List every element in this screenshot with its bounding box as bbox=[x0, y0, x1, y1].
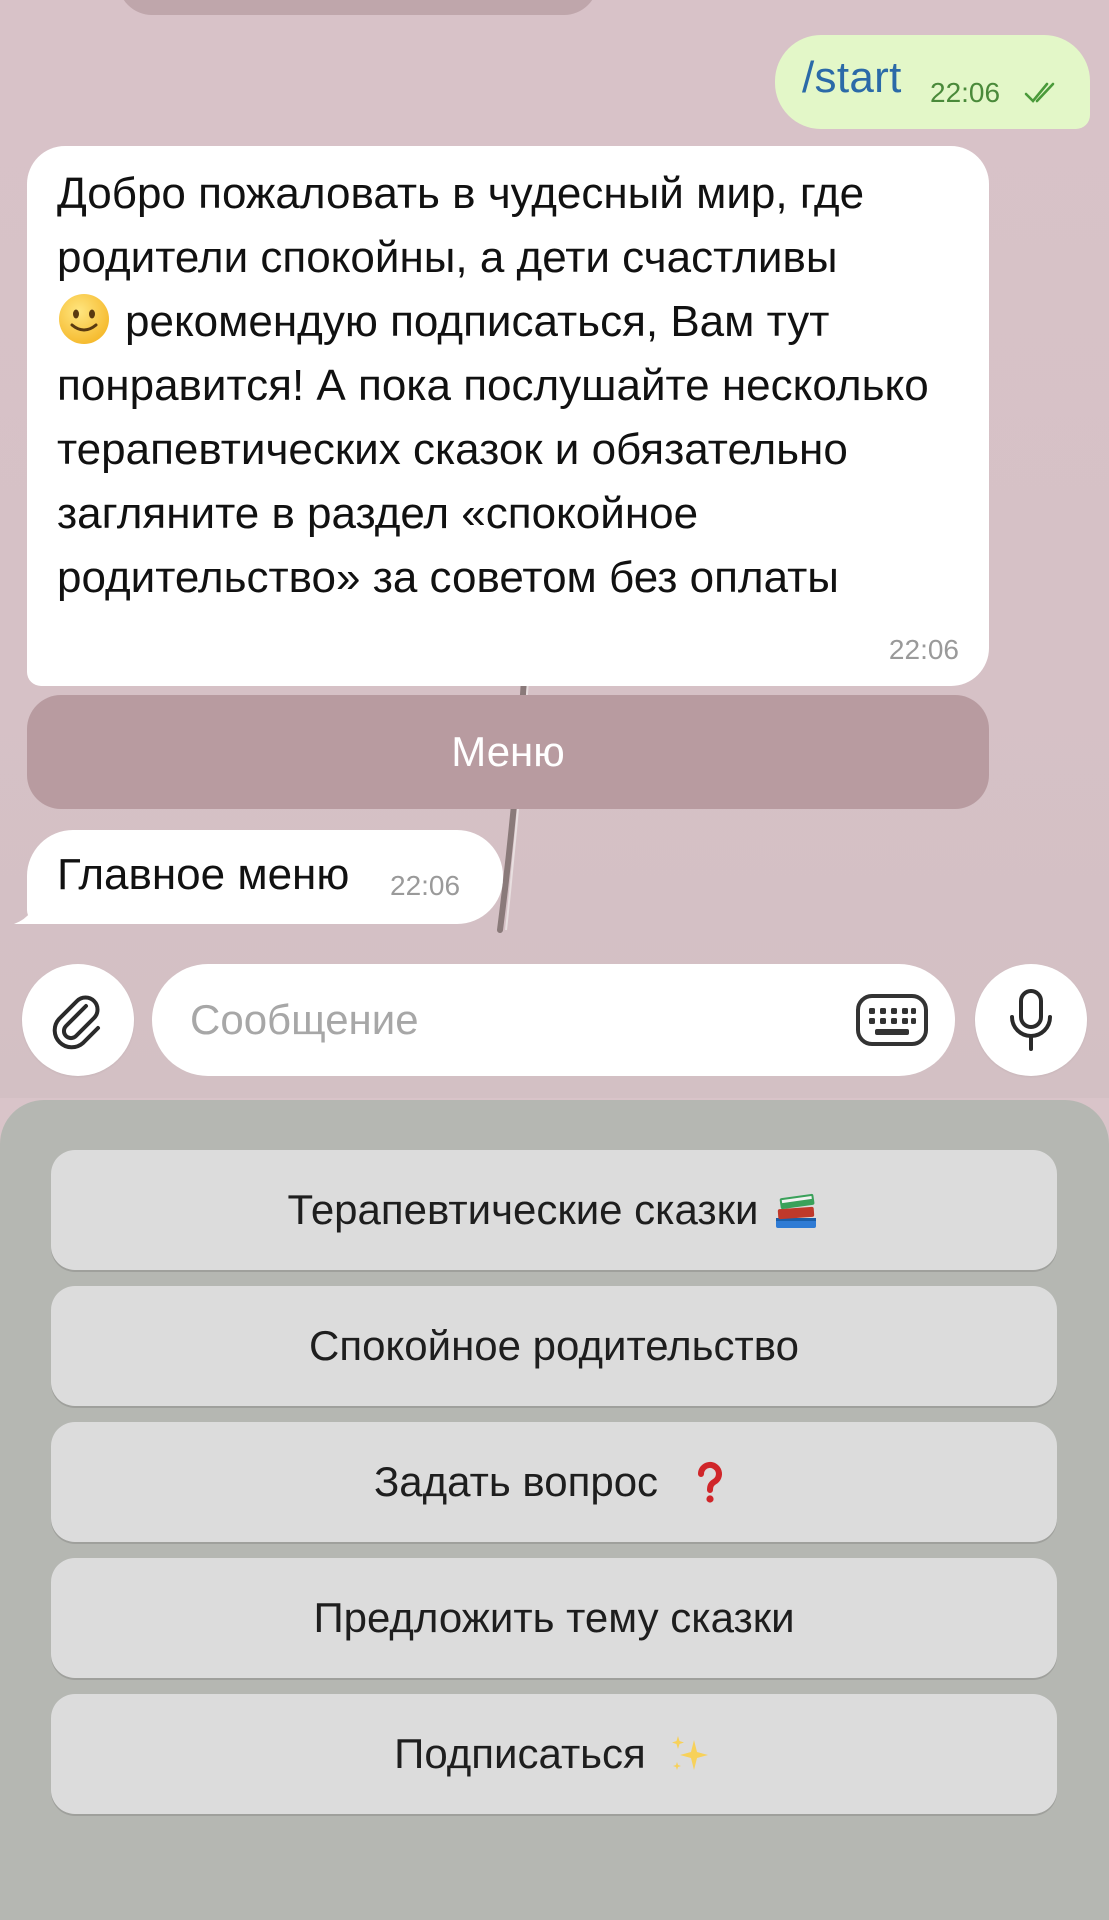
microphone-icon bbox=[1010, 989, 1052, 1051]
previous-message-fragment bbox=[118, 0, 598, 15]
message-input-field[interactable] bbox=[152, 964, 955, 1076]
keyboard-button-label: Задать вопрос bbox=[373, 1458, 659, 1505]
paperclip-icon bbox=[52, 995, 100, 1050]
smiley-icon bbox=[59, 294, 109, 344]
question-mark-icon bbox=[698, 1461, 723, 1503]
books-icon bbox=[776, 1193, 817, 1228]
keyboard-button-label: Подписаться bbox=[394, 1730, 646, 1777]
outgoing-message[interactable]: /start 22:06 bbox=[775, 35, 1090, 129]
keyboard-button-subscribe[interactable]: Подписаться bbox=[51, 1694, 1057, 1814]
bubble-tail bbox=[14, 890, 54, 924]
menu-inline-label: Меню bbox=[451, 728, 565, 775]
welcome-text: Добро пожаловать в чудесный мир, где род… bbox=[57, 162, 967, 610]
read-checkmarks-icon bbox=[1024, 82, 1055, 103]
welcome-text-part2: рекомендую подписаться, Вам тут понравит… bbox=[57, 297, 929, 602]
sparkles-icon bbox=[671, 1736, 708, 1770]
keyboard-button-label: Терапевтические сказки bbox=[287, 1186, 759, 1233]
message-time: 22:06 bbox=[930, 77, 1001, 108]
keyboard-button-calm-parenting[interactable]: Спокойное родительство bbox=[51, 1286, 1057, 1406]
welcome-message[interactable]: Добро пожаловать в чудесный мир, где род… bbox=[27, 146, 989, 686]
menu-inline-button[interactable]: Меню bbox=[27, 695, 989, 809]
main-menu-message[interactable]: Главное меню 22:06 bbox=[27, 830, 503, 924]
attach-button[interactable] bbox=[22, 964, 134, 1076]
keyboard-button-suggest-topic[interactable]: Предложить тему сказки bbox=[51, 1558, 1057, 1678]
message-input[interactable] bbox=[188, 984, 792, 1056]
composer-bar bbox=[0, 960, 1109, 1088]
main-menu-text: Главное меню bbox=[57, 850, 350, 899]
keyboard-button-label: Спокойное родительство bbox=[309, 1322, 799, 1369]
voice-record-button[interactable] bbox=[975, 964, 1087, 1076]
keyboard-button-label: Предложить тему сказки bbox=[313, 1594, 795, 1641]
keyboard-button-ask-question[interactable]: Задать вопрос bbox=[51, 1422, 1057, 1542]
message-time: 22:06 bbox=[390, 870, 461, 901]
command-text[interactable]: /start bbox=[802, 53, 902, 103]
message-time: 22:06 bbox=[888, 634, 959, 665]
keyboard-icon[interactable] bbox=[855, 990, 929, 1050]
bot-keyboard: Терапевтические сказки Спокойное родител… bbox=[0, 1100, 1109, 1920]
welcome-text-part1: Добро пожаловать в чудесный мир, где род… bbox=[57, 169, 865, 282]
keyboard-button-fairy-tales[interactable]: Терапевтические сказки bbox=[51, 1150, 1057, 1270]
